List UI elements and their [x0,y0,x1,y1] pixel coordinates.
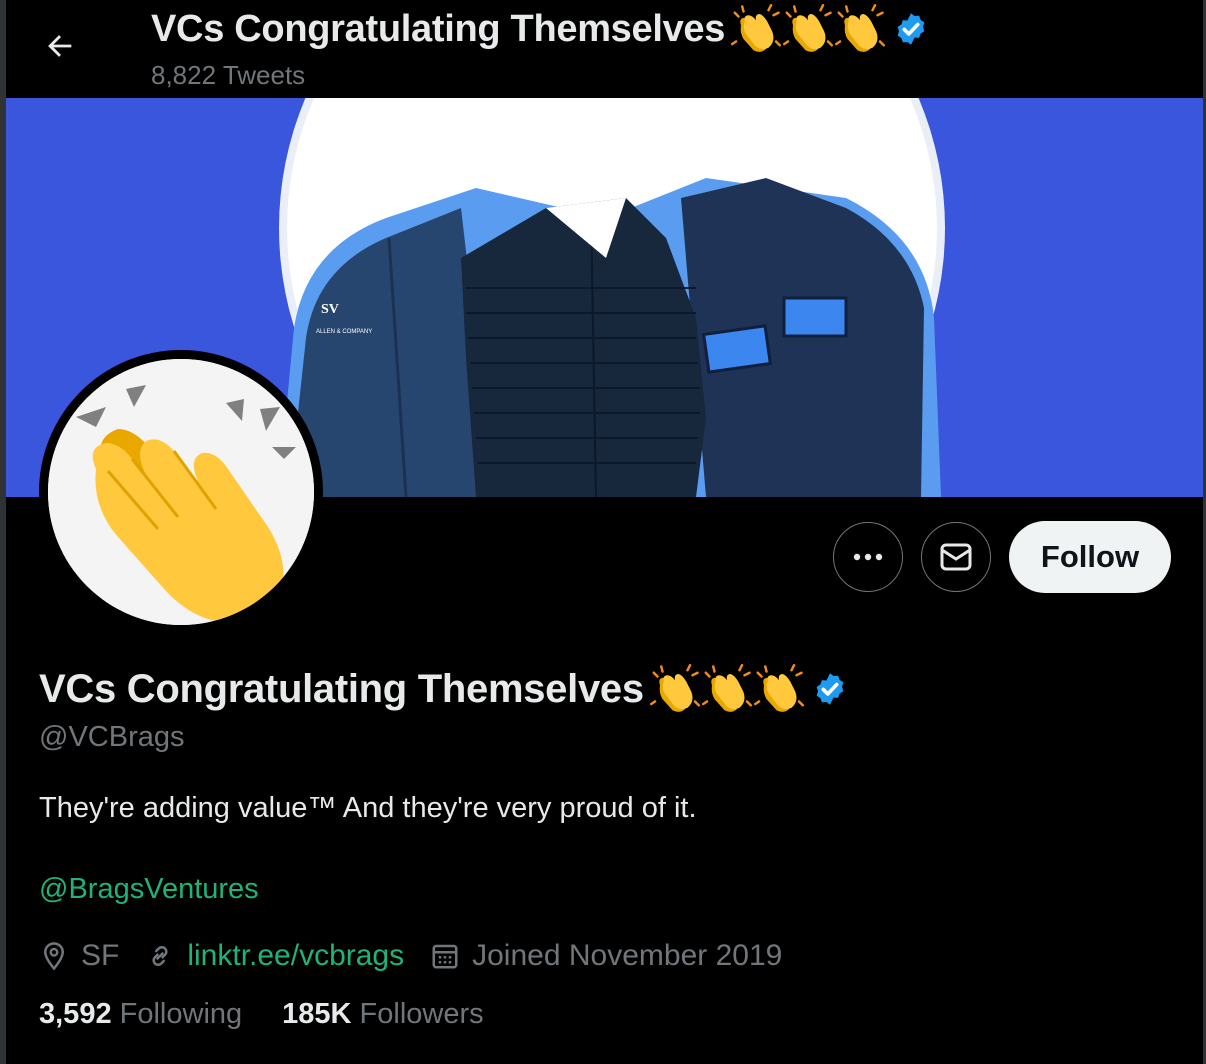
location-item: SF [39,939,119,973]
following-count: 3,592 [39,998,112,1030]
message-button[interactable] [921,522,991,592]
avatar-image [48,359,314,625]
follow-stats: 3,592 Following 185K Followers [39,998,524,1031]
link-icon [152,945,168,967]
verified-badge-icon [816,673,844,705]
following-label: Following [119,998,243,1030]
website-link[interactable]: linktr.ee/vcbrags [187,939,404,973]
profile-bio: They're adding value™ And they're very p… [39,792,697,824]
followers-stat[interactable]: 185K Followers [282,998,483,1031]
location-text: SF [81,939,120,972]
header-title: VCs Congratulating Themselves [151,7,726,50]
message-icon [940,543,972,571]
clap-emoji-group [649,664,848,714]
more-options-button[interactable] [833,522,903,592]
display-name: VCs Congratulating Themselves [39,666,644,711]
header-title-row: VCs Congratulating Themselves [151,4,929,54]
clap-emoji-group [731,4,929,54]
tweet-count: 8,822 Tweets [151,60,306,90]
svg-text:ALLEN & COMPANY: ALLEN & COMPANY [316,329,372,335]
clap-emoji-icon [649,664,700,712]
bio-mention-link[interactable]: @BragsVentures [39,873,259,906]
calendar-icon [432,944,458,969]
back-button[interactable] [40,26,80,66]
clap-emoji-icon [835,4,886,52]
followers-count: 185K [282,998,352,1030]
back-arrow-icon [48,35,72,57]
followers-label: Followers [359,998,484,1030]
svg-text:SV: SV [321,302,339,317]
profile-header-bar: VCs Congratulating Themselves 8,822 Twee… [6,0,1203,98]
verified-badge-icon [897,13,925,45]
clap-emoji-icon [731,4,782,52]
joined-item: Joined November 2019 [430,939,782,973]
website-item: linktr.ee/vcbrags [145,939,404,973]
display-name-row: VCs Congratulating Themselves [39,664,848,714]
profile-handle: @VCBrags [39,721,185,753]
following-stat[interactable]: 3,592 Following [39,998,242,1031]
follow-button[interactable]: Follow [1009,521,1171,593]
profile-avatar[interactable] [39,350,323,634]
location-icon [43,942,65,971]
more-icon [853,553,883,561]
joined-text: Joined November 2019 [472,939,783,972]
clap-emoji-icon [48,359,314,625]
clap-emoji-icon [701,664,752,712]
clap-emoji-icon [783,4,834,52]
profile-meta: SF linktr.ee/vcbrags Joined November 201… [39,934,808,978]
clap-emoji-icon [753,664,804,712]
